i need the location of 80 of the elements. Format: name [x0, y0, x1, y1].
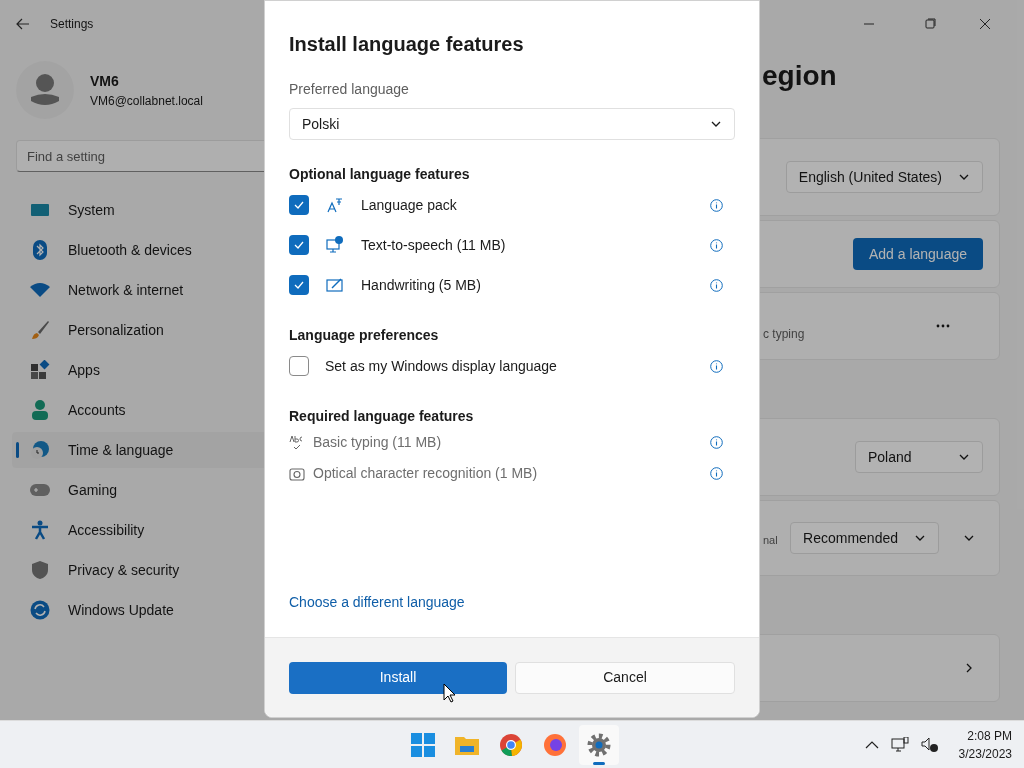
feature-label: Basic typing (11 MB) — [313, 433, 443, 452]
more-icon — [936, 324, 950, 328]
speaker-muted-icon[interactable] — [920, 736, 939, 753]
person-icon — [30, 73, 60, 107]
add-language-button[interactable]: Add a language — [852, 238, 983, 270]
speech-monitor-icon — [326, 236, 344, 254]
language-dropdown[interactable]: Polski — [289, 108, 735, 140]
feature-label: Optical character recognition (1 MB) — [313, 464, 539, 483]
section-heading: Required language features — [289, 407, 475, 426]
brush-icon — [30, 320, 50, 340]
chevron-up-icon[interactable] — [864, 739, 879, 750]
checkmark-icon — [293, 239, 305, 251]
checkbox[interactable] — [289, 356, 309, 376]
sync-icon — [30, 600, 50, 620]
info-icon[interactable] — [710, 359, 723, 373]
sidebar-item[interactable]: Apps — [12, 352, 270, 388]
section-heading: Language preferences — [289, 326, 440, 345]
accessibility-icon — [31, 520, 49, 540]
windows-logo-icon — [411, 733, 435, 757]
spellcheck-icon — [289, 434, 305, 451]
globe-clock-icon — [30, 440, 50, 460]
monitor-icon — [30, 202, 50, 218]
install-button[interactable]: Install — [289, 661, 507, 694]
option-label: Set as my Windows display language — [325, 356, 558, 376]
info-icon[interactable] — [710, 238, 723, 252]
sidebar-item[interactable]: Personalization — [12, 312, 270, 348]
network-icon[interactable] — [890, 736, 909, 753]
fox-browser-icon — [543, 733, 567, 757]
checkmark-icon — [293, 199, 305, 211]
sidebar-item[interactable]: Gaming — [12, 472, 270, 508]
checkmark-icon — [293, 279, 305, 291]
folder-icon — [454, 734, 480, 756]
info-icon[interactable] — [710, 198, 723, 212]
cursor-icon — [443, 683, 456, 703]
selection-indicator — [16, 442, 19, 458]
browser-icon — [499, 733, 523, 757]
checkbox[interactable] — [289, 235, 309, 255]
sidebar-item[interactable]: System — [12, 192, 270, 228]
setting-subtitle: nal — [763, 532, 778, 548]
sidebar-item[interactable]: Bluetooth & devices — [12, 232, 270, 268]
sidebar-item[interactable]: Privacy & security — [12, 552, 270, 588]
clock-time: 2:08 PM — [967, 727, 1012, 745]
dropdown[interactable]: Poland — [855, 441, 983, 473]
dropdown[interactable]: English (United States) — [785, 161, 983, 193]
wifi-icon — [30, 283, 50, 297]
option-label: Text-to-speech (11 MB) — [361, 235, 507, 255]
section-heading: Optional language features — [289, 165, 471, 184]
user-email: VM6@collabnet.local — [90, 92, 203, 110]
apps-icon — [30, 360, 50, 380]
checkbox[interactable] — [289, 195, 309, 215]
taskbar-app[interactable] — [579, 725, 619, 765]
user-name: VM6 — [90, 71, 120, 91]
language-subtitle: c typing — [763, 326, 805, 343]
dropdown[interactable]: Recommended — [790, 522, 939, 554]
sidebar-item[interactable]: Accounts — [12, 392, 270, 428]
back-arrow-icon[interactable] — [16, 18, 30, 30]
gamepad-icon — [29, 483, 51, 497]
cancel-button[interactable]: Cancel — [515, 661, 735, 694]
field-label: Preferred language — [289, 80, 410, 99]
bluetooth-icon — [32, 240, 48, 260]
dialog-title: Install language features — [289, 32, 525, 57]
sidebar-item[interactable]: Accessibility — [12, 512, 270, 548]
sidebar-item[interactable]: Windows Update — [12, 592, 270, 628]
pen-paper-icon — [326, 276, 344, 294]
page-title: egion — [762, 59, 837, 93]
camera-icon — [289, 465, 305, 482]
language-icon — [326, 196, 344, 214]
info-icon[interactable] — [710, 467, 723, 480]
option-label: Language pack — [361, 195, 458, 215]
info-icon[interactable] — [710, 436, 723, 449]
sidebar-item[interactable]: Network & internet — [12, 272, 270, 308]
different-language-link[interactable]: Choose a different language — [289, 592, 735, 613]
option-label: Handwriting (5 MB) — [361, 275, 482, 295]
clock-date: 3/23/2023 — [958, 745, 1012, 763]
person-icon — [31, 400, 49, 420]
info-icon[interactable] — [710, 278, 723, 292]
gear-icon — [587, 733, 611, 757]
shield-icon — [31, 560, 49, 580]
checkbox[interactable] — [289, 275, 309, 295]
window-title: Settings — [50, 16, 94, 33]
